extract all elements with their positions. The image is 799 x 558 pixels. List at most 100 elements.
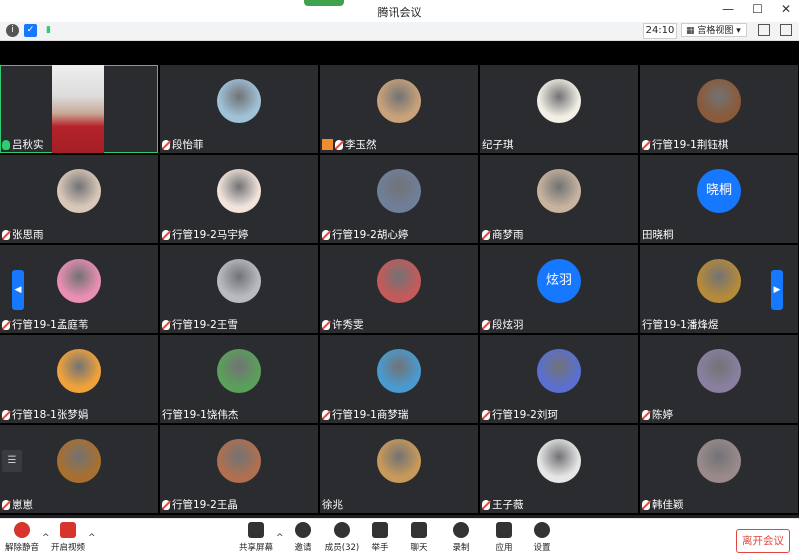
- mic-muted-icon: [162, 229, 170, 240]
- share-screen-button[interactable]: 共享屏幕: [238, 522, 274, 553]
- participant-avatar: [57, 349, 101, 393]
- mic-muted-icon: [162, 499, 170, 510]
- mic-muted-icon: [482, 319, 490, 330]
- grid-icon: ▦: [686, 26, 695, 36]
- participant-tile[interactable]: 行管19-2刘珂: [480, 335, 638, 423]
- top-spacer: [0, 41, 799, 65]
- fullscreen-icon[interactable]: [758, 24, 770, 36]
- mic-muted-icon: [335, 139, 343, 150]
- participant-name: 行管19-2王晶: [172, 499, 238, 511]
- participant-video: [52, 65, 104, 153]
- mic-muted-icon: [2, 499, 10, 510]
- mic-muted-icon: [162, 319, 170, 330]
- chat-button[interactable]: 聊天: [401, 522, 437, 553]
- chevron-down-icon: ▾: [736, 26, 741, 36]
- participant-avatar: [57, 439, 101, 483]
- participant-label: 张思雨: [2, 227, 44, 242]
- participant-avatar: [377, 349, 421, 393]
- participant-name: 李玉然: [345, 139, 377, 151]
- meeting-toolbar: i ✓ ▮ 24:10 ▦ 宫格视图 ▾: [0, 22, 799, 41]
- mic-muted-icon: [162, 139, 170, 150]
- participant-tile[interactable]: 行管19-2王雪: [160, 245, 318, 333]
- participant-tile[interactable]: 晓桐 田晓桐: [640, 155, 798, 243]
- prev-page-button[interactable]: ◀: [12, 270, 24, 310]
- share-screen-icon: [248, 522, 264, 538]
- mic-muted-icon: [482, 409, 490, 420]
- participant-tile[interactable]: 陈婷: [640, 335, 798, 423]
- minimize-icon[interactable]: —: [722, 2, 734, 16]
- participant-tile[interactable]: 王子薇: [480, 425, 638, 513]
- start-video-button[interactable]: 开启视频: [50, 522, 86, 553]
- participant-tile[interactable]: 李玉然: [320, 65, 478, 153]
- title-bar: 腾讯会议 — ☐ ✕: [0, 0, 799, 22]
- participant-label: 行管19-2刘珂: [482, 407, 558, 422]
- video-options-chevron-icon[interactable]: ^: [88, 533, 96, 543]
- info-icon[interactable]: i: [6, 24, 19, 37]
- participant-tile[interactable]: 崽崽: [0, 425, 158, 513]
- share-options-chevron-icon[interactable]: ^: [276, 533, 284, 543]
- participant-avatar: [377, 259, 421, 303]
- record-button[interactable]: 录制: [443, 522, 479, 553]
- settings-button[interactable]: 设置: [524, 522, 560, 553]
- participant-name: 商梦雨: [492, 229, 524, 241]
- participant-tile[interactable]: 行管19-1商梦瑞: [320, 335, 478, 423]
- unmute-button[interactable]: 解除静音: [4, 522, 40, 553]
- raise-hand-button[interactable]: 举手: [362, 522, 398, 553]
- meeting-timer: 24:10: [643, 23, 677, 39]
- participant-avatar: [377, 169, 421, 213]
- participant-label: 行管19-2王雪: [162, 317, 238, 332]
- apps-button[interactable]: 应用: [486, 522, 522, 553]
- participant-avatar: 晓桐: [697, 169, 741, 213]
- chevron-right-icon: ▶: [773, 285, 781, 295]
- maximize-icon[interactable]: ☐: [752, 2, 763, 16]
- mute-options-chevron-icon[interactable]: ^: [42, 533, 50, 543]
- participant-tile[interactable]: 段怡菲: [160, 65, 318, 153]
- mic-muted-icon: [642, 409, 650, 420]
- participant-name: 段炫羽: [492, 319, 524, 331]
- participant-tile[interactable]: 商梦雨: [480, 155, 638, 243]
- invite-button[interactable]: 邀请: [285, 522, 321, 553]
- participant-avatar: 炫羽: [537, 259, 581, 303]
- participant-tile[interactable]: 韩佳颖: [640, 425, 798, 513]
- participant-avatar: [217, 349, 261, 393]
- view-mode-dropdown[interactable]: ▦ 宫格视图 ▾: [681, 23, 747, 37]
- participant-tile[interactable]: 张思雨: [0, 155, 158, 243]
- leave-meeting-button[interactable]: 离开会议: [736, 529, 790, 553]
- participant-name: 徐兆: [322, 499, 343, 511]
- signal-icon[interactable]: ▮: [42, 24, 55, 37]
- mic-muted-icon: [642, 499, 650, 510]
- members-button[interactable]: 成员(32): [324, 522, 360, 553]
- participant-tile[interactable]: 许秀雯: [320, 245, 478, 333]
- participant-tile[interactable]: 行管19-2马宇婷: [160, 155, 318, 243]
- participant-tile[interactable]: 行管19-2胡心婷: [320, 155, 478, 243]
- next-page-button[interactable]: ▶: [771, 270, 783, 310]
- participant-tile[interactable]: 行管19-1荆钰棋: [640, 65, 798, 153]
- hand-icon: [372, 522, 388, 538]
- participant-tile[interactable]: 行管18-1张梦娟: [0, 335, 158, 423]
- close-icon[interactable]: ✕: [781, 2, 791, 16]
- participant-tile[interactable]: 炫羽段炫羽: [480, 245, 638, 333]
- participant-tile[interactable]: 纪子琪: [480, 65, 638, 153]
- mic-muted-icon: [482, 499, 490, 510]
- participant-label: 行管19-1孟庭苇: [2, 317, 88, 332]
- participant-avatar: [537, 79, 581, 123]
- shield-icon[interactable]: ✓: [24, 24, 37, 37]
- participant-tile[interactable]: 行管19-2王晶: [160, 425, 318, 513]
- mic-muted-icon: [322, 319, 330, 330]
- bottom-bar: 解除静音 ^ 开启视频 ^ 共享屏幕 ^ 邀请 成员(32) 举手 聊天 录制 …: [0, 518, 799, 558]
- participant-avatar: [697, 259, 741, 303]
- participant-name: 行管19-2马宇婷: [172, 229, 249, 241]
- list-view-icon[interactable]: ☰: [2, 450, 22, 472]
- mic-muted-icon: [14, 522, 30, 538]
- participant-name: 行管19-2刘珂: [492, 409, 558, 421]
- window-title: 腾讯会议: [377, 6, 422, 19]
- participant-label: 行管19-2王晶: [162, 497, 238, 512]
- participant-label: 行管19-1荆钰棋: [642, 137, 728, 152]
- participant-tile[interactable]: 行管19-1饶伟杰: [160, 335, 318, 423]
- participant-label: 徐兆: [322, 497, 343, 512]
- participant-name: 张思雨: [12, 229, 44, 241]
- sidebar-toggle-icon[interactable]: [780, 24, 792, 36]
- mic-muted-icon: [482, 229, 490, 240]
- participant-tile[interactable]: 吕秋实: [0, 65, 158, 153]
- participant-tile[interactable]: 徐兆: [320, 425, 478, 513]
